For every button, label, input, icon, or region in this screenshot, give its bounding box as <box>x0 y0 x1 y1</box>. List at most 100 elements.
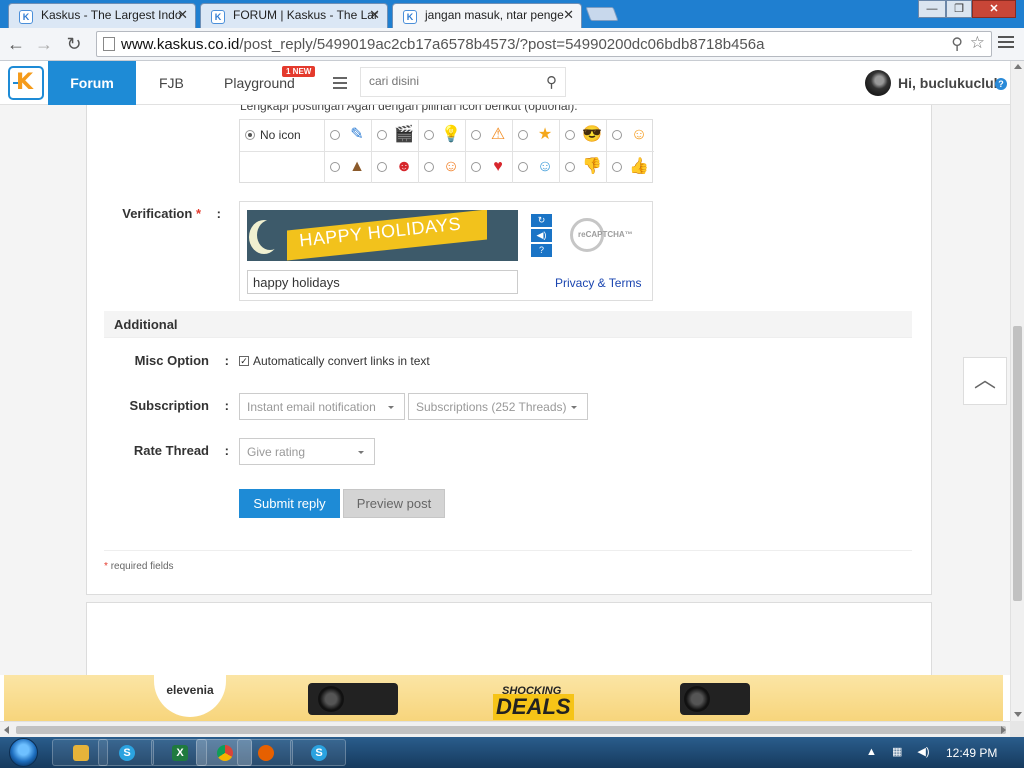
radio-button[interactable] <box>612 162 622 172</box>
radio-button[interactable] <box>565 162 575 172</box>
horizontal-scrollbar[interactable] <box>0 721 1010 737</box>
icon-option[interactable]: 👎 <box>560 151 607 183</box>
scroll-to-top-button[interactable]: ︿ <box>963 357 1007 405</box>
taskbar-skype[interactable]: S <box>98 739 154 766</box>
browser-tab-active[interactable]: K jangan masuk, ntar penge ✕ <box>392 3 582 28</box>
icon-option[interactable]: ☺ <box>607 120 654 151</box>
new-tab-button[interactable] <box>585 7 619 21</box>
icon-option[interactable]: ▲ <box>325 151 372 183</box>
address-bar[interactable]: www.kaskus.co.id/post_reply/5499019ac2cb… <box>96 31 992 57</box>
show-hidden-icons-icon[interactable]: ▲ <box>866 746 877 758</box>
scroll-right-icon[interactable] <box>1001 726 1006 734</box>
scrollbar-thumb[interactable] <box>16 726 1006 734</box>
divider <box>104 550 912 551</box>
zoom-icon[interactable]: ⚲ <box>951 34 963 54</box>
close-window-button[interactable]: ✕ <box>972 0 1016 18</box>
icon-option-none[interactable]: No icon <box>240 120 325 151</box>
maximize-button[interactable]: ❐ <box>946 0 972 18</box>
avatar[interactable] <box>865 70 891 96</box>
ad-banner[interactable]: elevenia SHOCKING DEALS <box>4 675 1003 721</box>
url-text[interactable]: www.kaskus.co.id/post_reply/5499019ac2cb… <box>121 36 764 53</box>
nav-forum[interactable]: Forum <box>48 61 136 105</box>
scrollbar-thumb[interactable] <box>1013 326 1022 601</box>
icon-option[interactable]: 👍 <box>607 151 654 183</box>
icon-option[interactable]: 💡 <box>419 120 466 151</box>
vertical-scrollbar[interactable] <box>1010 61 1024 721</box>
convert-links-label[interactable]: Automatically convert links in text <box>253 354 430 368</box>
scroll-left-icon[interactable] <box>4 726 9 734</box>
scroll-down-icon[interactable] <box>1014 712 1022 717</box>
taskbar-firefox[interactable] <box>237 739 293 766</box>
icon-instructions: Lengkapi postingan Agan dengan pilihan i… <box>240 105 578 113</box>
lower-panel <box>86 602 932 675</box>
radio-button[interactable] <box>612 130 622 140</box>
shocking-deals-logo[interactable]: SHOCKING DEALS <box>488 677 578 720</box>
taskbar-clock[interactable]: 12:49 PM <box>946 746 997 760</box>
user-greeting[interactable]: Hi, buclukucluk <box>898 75 1001 91</box>
radio-button[interactable] <box>518 130 528 140</box>
browser-tab[interactable]: K Kaskus - The Largest Indo ✕ <box>8 3 196 28</box>
reload-icon[interactable]: ↻ <box>62 33 86 55</box>
icon-option[interactable]: ☺ <box>513 151 560 183</box>
radio-button[interactable] <box>424 130 434 140</box>
radio-button[interactable] <box>330 130 340 140</box>
back-icon[interactable]: ← <box>4 33 28 55</box>
subscriptions-select[interactable]: Subscriptions (252 Threads) <box>408 393 588 420</box>
scroll-up-icon[interactable] <box>1014 64 1022 69</box>
help-icon[interactable]: ? <box>995 78 1007 90</box>
kaskus-logo[interactable]: K <box>8 66 44 100</box>
search-icon[interactable]: ⚲ <box>546 73 557 91</box>
icon-option[interactable]: 🎬 <box>372 120 419 151</box>
close-tab-icon[interactable]: ✕ <box>177 7 188 23</box>
radio-button[interactable] <box>424 162 434 172</box>
taskbar-skype-2[interactable]: S <box>290 739 346 766</box>
close-tab-icon[interactable]: ✕ <box>369 7 380 23</box>
radio-button[interactable] <box>471 130 481 140</box>
rate-thread-label: Rate Thread: <box>133 443 229 458</box>
menu-list-icon[interactable] <box>333 77 347 92</box>
refresh-icon[interactable]: ↻ <box>531 214 552 227</box>
kaskus-favicon-icon: K <box>211 10 225 24</box>
radio-button[interactable] <box>471 162 481 172</box>
icon-option[interactable]: ⚠ <box>466 120 513 151</box>
chrome-menu-icon[interactable] <box>998 36 1014 51</box>
help-icon[interactable]: ? <box>531 244 552 257</box>
notification-select[interactable]: Instant email notification <box>239 393 405 420</box>
elevenia-logo[interactable]: elevenia <box>154 675 226 717</box>
icon-option[interactable]: ☺ <box>419 151 466 183</box>
radio-button[interactable] <box>245 130 255 140</box>
site-search-input[interactable] <box>369 74 529 88</box>
tab-title: Kaskus - The Largest Indo <box>41 8 182 22</box>
icon-option[interactable]: 😎 <box>560 120 607 151</box>
volume-icon[interactable]: ◀) <box>917 746 929 758</box>
preview-post-button[interactable]: Preview post <box>343 489 445 518</box>
captcha-response-input[interactable] <box>247 270 518 294</box>
nav-fjb[interactable]: FJB <box>137 61 206 105</box>
misc-option-label: Misc Option: <box>134 353 229 368</box>
icon-option[interactable]: ☻ <box>372 151 419 183</box>
icon-option[interactable]: ♥ <box>466 151 513 183</box>
windows-taskbar: S X S ▲ ▦ ◀) 12:49 PM <box>0 737 1024 768</box>
convert-links-checkbox[interactable]: ✓ <box>239 356 249 366</box>
audio-icon[interactable]: ◀) <box>531 229 552 242</box>
close-tab-icon[interactable]: ✕ <box>563 7 574 23</box>
submit-reply-button[interactable]: Submit reply <box>239 489 340 518</box>
icon-option[interactable]: ★ <box>513 120 560 151</box>
icon-option[interactable]: ✎ <box>325 120 372 151</box>
start-button[interactable] <box>6 737 44 768</box>
minimize-button[interactable]: — <box>918 0 946 18</box>
radio-button[interactable] <box>565 130 575 140</box>
radio-button[interactable] <box>330 162 340 172</box>
rating-select[interactable]: Give rating <box>239 438 375 465</box>
laugh-face-icon: ☺ <box>442 158 460 175</box>
radio-button[interactable] <box>377 130 387 140</box>
chevron-down-icon <box>358 451 364 454</box>
radio-button[interactable] <box>377 162 387 172</box>
forward-icon[interactable]: → <box>32 33 56 55</box>
privacy-terms-link[interactable]: Privacy & Terms <box>555 276 641 290</box>
thumbs-up-icon: 👍 <box>629 158 649 175</box>
browser-tab[interactable]: K FORUM | Kaskus - The Lar ✕ <box>200 3 388 28</box>
network-icon[interactable]: ▦ <box>892 746 902 758</box>
radio-button[interactable] <box>518 162 528 172</box>
bookmark-star-icon[interactable]: ☆ <box>970 33 985 53</box>
